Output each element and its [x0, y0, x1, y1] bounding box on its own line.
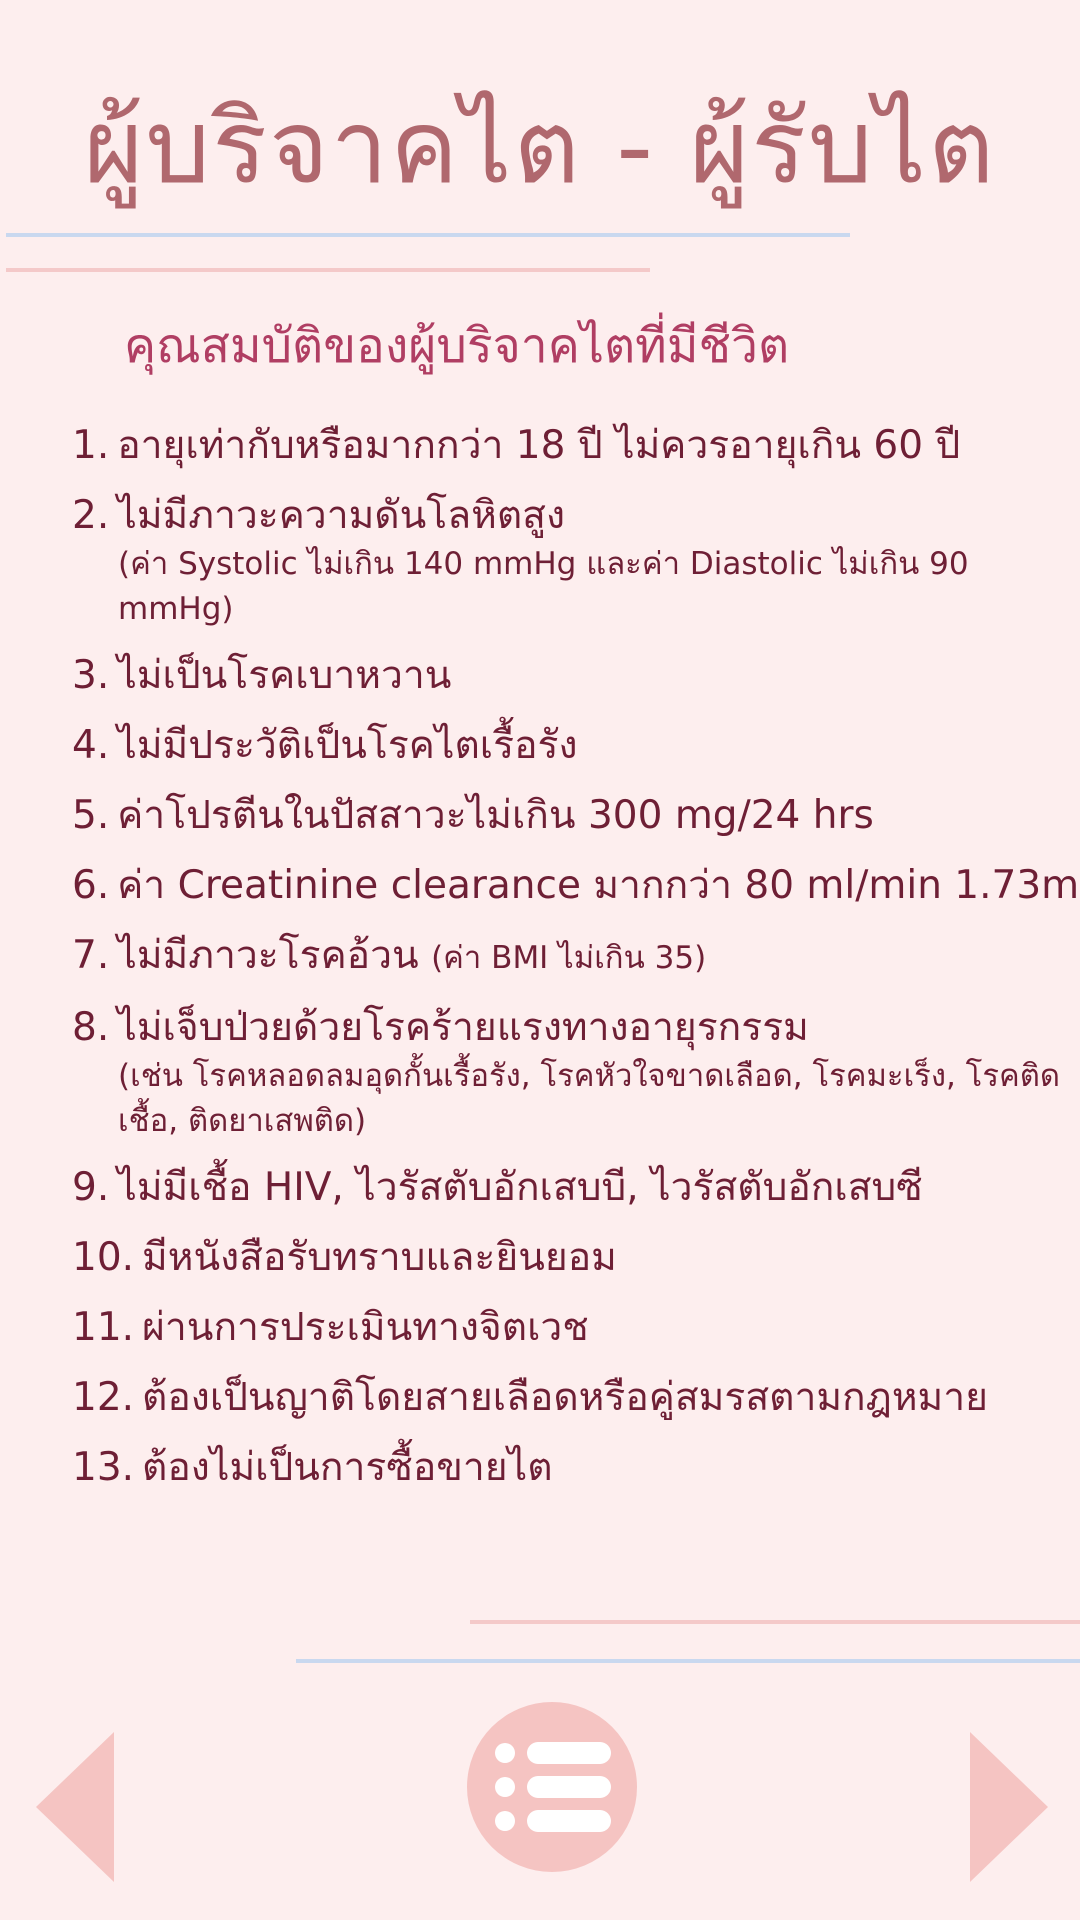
criteria-item-1: 1. อายุเท่ากับหรือมากกว่า 18 ปี ไม่ควรอาย… [72, 420, 1062, 472]
criteria-item-3: 3. ไม่เป็นโรคเบาหวาน [72, 650, 1062, 702]
criteria-item-2: 2. ไม่มีภาวะความดันโลหิตสูง (ค่า Systolic… [72, 490, 1062, 632]
item-number: 10. [72, 1235, 135, 1280]
divider-pink-bottom [470, 1620, 1080, 1624]
menu-row [495, 1742, 611, 1764]
item-text: ผ่านการประเมินทางจิตเวช [142, 1305, 589, 1350]
triangle-right-icon[interactable] [970, 1732, 1048, 1882]
item-text: ค่าโปรตีนในปัสสาวะไม่เกิน 300 mg/24 hrs [117, 793, 874, 838]
menu-button[interactable] [467, 1702, 637, 1872]
criteria-item-7: 7. ไม่มีภาวะโรคอ้วน (ค่า BMI ไม่เกิน 35) [72, 930, 1062, 984]
item-text: มีหนังสือรับทราบและยินยอม [142, 1235, 617, 1280]
item-note: (ค่า Systolic ไม่เกิน 140 mmHg และค่า Di… [118, 546, 969, 627]
criteria-item-12: 12. ต้องเป็นญาติโดยสายเลือดหรือคู่สมรสตาม… [72, 1372, 1062, 1424]
divider-blue-bottom [296, 1659, 1080, 1663]
item-number: 7. [72, 933, 110, 978]
divider-blue-top [6, 233, 850, 237]
menu-dot [495, 1811, 515, 1831]
item-text: ค่า Creatinine clearance มากกว่า 80 ml/m… [117, 863, 1080, 908]
criteria-item-8: 8. ไม่เจ็บป่วยด้วยโรคร้ายแรงทางอายุรกรรม … [72, 1002, 1062, 1144]
criteria-item-13: 13. ต้องไม่เป็นการซื้อขายไต [72, 1442, 1062, 1494]
menu-dot [495, 1743, 515, 1763]
item-number: 2. [72, 493, 110, 538]
criteria-item-5: 5. ค่าโปรตีนในปัสสาวะไม่เกิน 300 mg/24 hr… [72, 790, 1062, 842]
item-number: 1. [72, 423, 110, 468]
item-number: 12. [72, 1375, 135, 1420]
item-text: ไม่มีภาวะโรคอ้วน [117, 933, 419, 978]
criteria-item-6: 6. ค่า Creatinine clearance มากกว่า 80 ml… [72, 860, 1080, 912]
item-number: 8. [72, 1005, 110, 1050]
divider-pink-top [6, 268, 650, 272]
item-number: 13. [72, 1445, 135, 1490]
criteria-item-9: 9. ไม่มีเชื้อ HIV, ไวรัสตับอักเสบบี, ไวรั… [72, 1162, 1062, 1214]
item-number: 11. [72, 1305, 135, 1350]
menu-row [495, 1810, 611, 1832]
item-number: 6. [72, 863, 110, 908]
menu-row [495, 1776, 611, 1798]
triangle-left-icon[interactable] [36, 1732, 114, 1882]
menu-bar [527, 1810, 611, 1832]
item-text: ต้องไม่เป็นการซื้อขายไต [142, 1445, 553, 1490]
menu-dot [495, 1777, 515, 1797]
item-number: 3. [72, 653, 110, 698]
item-text: ไม่เป็นโรคเบาหวาน [117, 653, 452, 698]
item-text: ไม่มีประวัติเป็นโรคไตเรื้อรัง [117, 723, 578, 768]
criteria-item-4: 4. ไม่มีประวัติเป็นโรคไตเรื้อรัง [72, 720, 1062, 772]
criteria-list: 1. อายุเท่ากับหรือมากกว่า 18 ปี ไม่ควรอาย… [72, 420, 1080, 1512]
item-text: อายุเท่ากับหรือมากกว่า 18 ปี ไม่ควรอายุเ… [117, 423, 961, 468]
item-text: ต้องเป็นญาติโดยสายเลือดหรือคู่สมรสตามกฎห… [142, 1375, 989, 1420]
criteria-item-10: 10. มีหนังสือรับทราบและยินยอม [72, 1232, 1062, 1284]
item-note: (เช่น โรคหลอดลมอุดกั้นเรื้อรัง, โรคหัวใจ… [118, 1058, 1060, 1139]
menu-bar [527, 1742, 611, 1764]
item-number: 9. [72, 1165, 110, 1210]
section-heading: คุณสมบัติของผู้บริจาคไตที่มีชีวิต [124, 318, 790, 374]
item-text: ไม่มีภาวะความดันโลหิตสูง [117, 493, 566, 538]
item-text: ไม่เจ็บป่วยด้วยโรคร้ายแรงทางอายุรกรรม [117, 1005, 809, 1050]
item-number: 4. [72, 723, 110, 768]
menu-bar [527, 1776, 611, 1798]
item-inline-note: (ค่า BMI ไม่เกิน 35) [431, 940, 707, 976]
item-text: ไม่มีเชื้อ HIV, ไวรัสตับอักเสบบี, ไวรัสต… [117, 1165, 923, 1210]
item-number: 5. [72, 793, 110, 838]
page-title: ผู้บริจาคไต - ผู้รับไต [83, 88, 997, 207]
criteria-item-11: 11. ผ่านการประเมินทางจิตเวช [72, 1302, 1062, 1354]
